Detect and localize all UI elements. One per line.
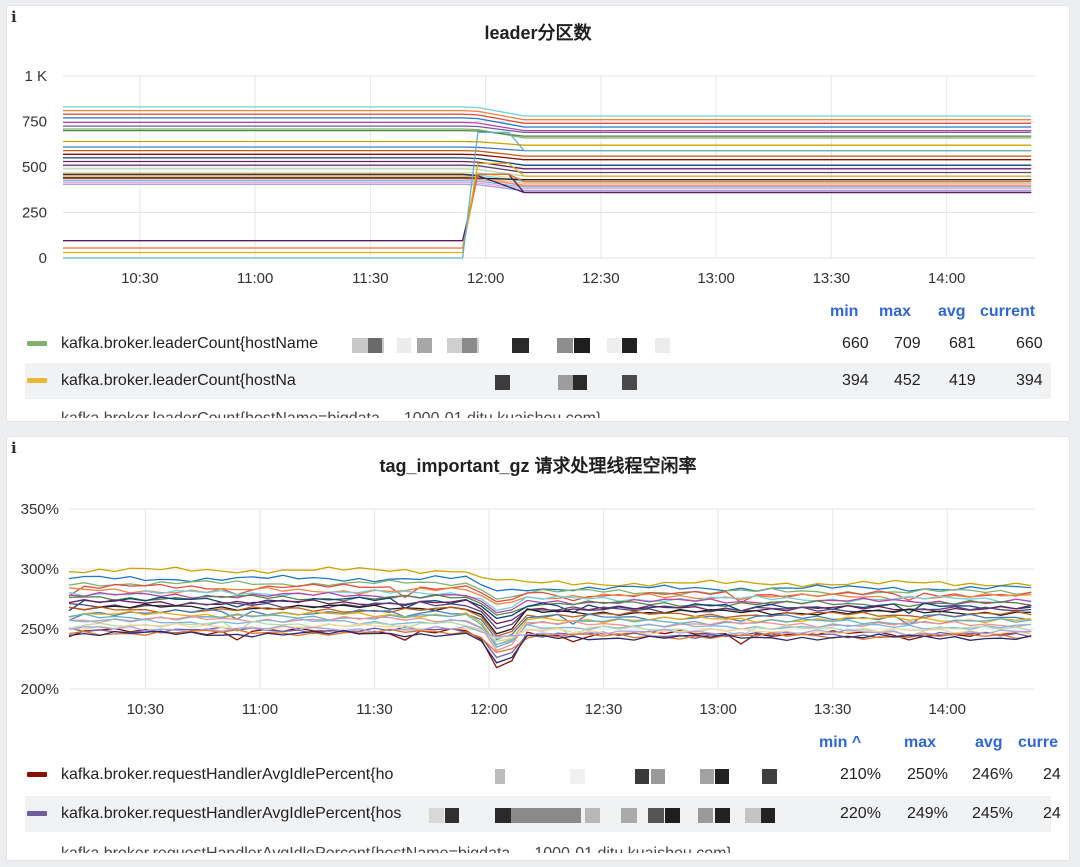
series-line bbox=[63, 149, 1032, 157]
x-tick-label: 13:00 bbox=[699, 701, 737, 718]
stat-current: 394 bbox=[1016, 372, 1043, 389]
x-tick-label: 13:30 bbox=[814, 701, 852, 718]
x-tick-label: 11:30 bbox=[352, 270, 388, 287]
stat-avg: 681 bbox=[949, 335, 976, 352]
leader-count-panel: i leader分区数 0 250 500 750 1 K 10:30 11:00 11:30… bbox=[6, 5, 1070, 422]
legend-header-current[interactable]: current bbox=[980, 303, 1035, 321]
y-tick-label: 200% bbox=[21, 681, 59, 698]
x-tick-label: 12:00 bbox=[470, 701, 508, 718]
y-tick-label: 350% bbox=[21, 501, 59, 518]
stat-min: 394 bbox=[842, 372, 869, 389]
series-line bbox=[68, 566, 1032, 588]
stat-min: 660 bbox=[842, 335, 869, 352]
stat-min: 220% bbox=[840, 805, 881, 822]
idle-percent-panel: i tag_important_gz 请求处理线程空闲率 200% 250% 300… bbox=[6, 436, 1070, 861]
legend-row-partial[interactable]: kafka.broker.leaderCount{hostName=bigdat… bbox=[25, 402, 1051, 418]
y-tick-label: 0 bbox=[39, 250, 47, 267]
series-swatch bbox=[27, 772, 47, 777]
legend-headers: min ^ max avg curre bbox=[7, 734, 1069, 754]
stat-max: 249% bbox=[907, 805, 948, 822]
stat-avg: 245% bbox=[972, 805, 1013, 822]
legend-row[interactable]: kafka.broker.requestHandlerAvgIdlePercen… bbox=[25, 757, 1061, 793]
y-tick-label: 300% bbox=[21, 561, 59, 578]
x-tick-label: 11:00 bbox=[237, 270, 273, 287]
series-name: kafka.broker.leaderCount{hostNa bbox=[61, 372, 296, 389]
y-tick-label: 1 K bbox=[24, 68, 47, 85]
idle-percent-chart[interactable]: 200% 250% 300% 350% 10:30 11:00 11:30 12:00 12:3… bbox=[7, 437, 1070, 727]
series-name: kafka.broker.requestHandlerAvgIdlePercen… bbox=[61, 805, 402, 822]
legend-row[interactable]: kafka.broker.leaderCount{hostNa 394 452 … bbox=[25, 363, 1051, 399]
x-tick-label: 11:30 bbox=[356, 701, 392, 718]
y-tick-label: 750 bbox=[22, 114, 47, 131]
series-line bbox=[63, 140, 1032, 146]
x-tick-label: 14:00 bbox=[928, 701, 966, 718]
y-tick-label: 250% bbox=[21, 621, 59, 638]
x-tick-label: 12:00 bbox=[467, 270, 505, 287]
legend-row-partial[interactable]: kafka.broker.requestHandlerAvgIdlePercen… bbox=[25, 837, 1051, 853]
legend-headers: min max avg current bbox=[7, 303, 1069, 323]
series-line bbox=[63, 129, 1032, 137]
series-swatch bbox=[27, 811, 47, 816]
stat-current: 24 bbox=[1043, 805, 1061, 822]
legend-header-avg[interactable]: avg bbox=[975, 734, 1003, 752]
stat-avg: 246% bbox=[972, 766, 1013, 783]
legend-header-min[interactable]: min bbox=[830, 303, 858, 321]
legend-row[interactable]: kafka.broker.requestHandlerAvgIdlePercen… bbox=[25, 796, 1061, 832]
x-tick-label: 13:30 bbox=[813, 270, 851, 287]
series-name: kafka.broker.leaderCount{hostName=bigdat… bbox=[61, 410, 601, 418]
series-name: kafka.broker.requestHandlerAvgIdlePercen… bbox=[61, 845, 732, 853]
series-name: kafka.broker.requestHandlerAvgIdlePercen… bbox=[61, 766, 394, 783]
legend-header-current[interactable]: curre bbox=[1018, 734, 1058, 752]
stat-max: 250% bbox=[907, 766, 948, 783]
x-tick-label: 10:30 bbox=[121, 270, 159, 287]
y-tick-label: 500 bbox=[22, 159, 47, 176]
series-name: kafka.broker.leaderCount{hostName bbox=[61, 335, 319, 352]
stat-current: 24 bbox=[1043, 766, 1061, 783]
x-tick-label: 14:00 bbox=[928, 270, 966, 287]
x-tick-label: 11:00 bbox=[242, 701, 278, 718]
legend-header-max[interactable]: max bbox=[879, 303, 911, 321]
x-tick-label: 12:30 bbox=[582, 270, 620, 287]
x-tick-label: 13:00 bbox=[697, 270, 735, 287]
stat-min: 210% bbox=[840, 766, 881, 783]
x-tick-label: 12:30 bbox=[585, 701, 623, 718]
series-swatch bbox=[27, 378, 47, 383]
stat-max: 452 bbox=[894, 372, 921, 389]
stat-current: 660 bbox=[1016, 335, 1043, 352]
stat-max: 709 bbox=[894, 335, 921, 352]
legend-header-min[interactable]: min ^ bbox=[819, 734, 861, 752]
x-tick-label: 10:30 bbox=[127, 701, 165, 718]
legend-header-max[interactable]: max bbox=[904, 734, 936, 752]
series-line bbox=[63, 153, 1032, 161]
series-swatch bbox=[27, 341, 47, 346]
legend-header-avg[interactable]: avg bbox=[938, 303, 966, 321]
y-tick-label: 250 bbox=[22, 205, 47, 222]
stat-avg: 419 bbox=[949, 372, 976, 389]
legend-row[interactable]: kafka.broker.leaderCount{hostName 660 70… bbox=[25, 326, 1051, 362]
leader-count-chart[interactable]: 0 250 500 750 1 K 10:30 11:00 11:30 12:00 12:30 13… bbox=[7, 6, 1070, 296]
